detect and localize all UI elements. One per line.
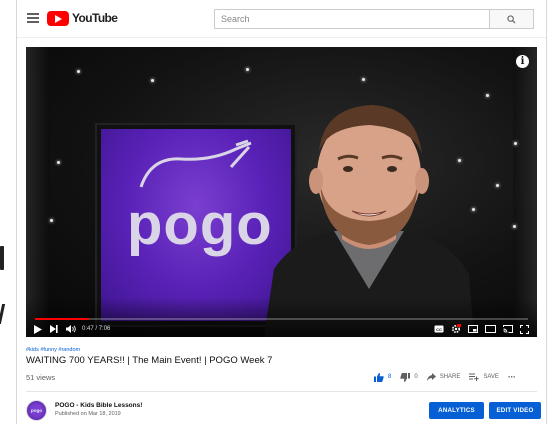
volume-icon (66, 325, 76, 333)
thumbs-down-icon (400, 372, 411, 382)
search-icon (507, 14, 516, 24)
save-button[interactable]: SAVE (469, 373, 499, 381)
youtube-page: YouTube Search pogo i 0:47 / 7:06 CC #ki… (16, 0, 547, 424)
cast-icon (503, 325, 513, 333)
video-actions: 8 0 SHARE SAVE ··· (374, 372, 516, 382)
light-dot (57, 161, 60, 164)
curtain-left (26, 47, 50, 337)
youtube-logo[interactable]: YouTube (47, 10, 118, 26)
info-icon[interactable]: i (516, 55, 529, 68)
time-current: 0:47 (82, 326, 94, 332)
light-dot (246, 68, 249, 71)
share-label: SHARE (439, 374, 461, 380)
play-icon (34, 324, 42, 334)
share-button[interactable]: SHARE (426, 373, 461, 381)
miniplayer-button[interactable] (468, 325, 478, 333)
published-date: Published on Mar 18, 2019 (55, 411, 121, 417)
video-player[interactable]: pogo i 0:47 / 7:06 CC (26, 47, 537, 337)
video-title: WAITING 700 YEARS!! | The Main Event! | … (26, 355, 273, 366)
time-total: 7:06 (98, 326, 111, 332)
logo-text: YouTube (72, 11, 118, 25)
share-icon (426, 373, 436, 381)
light-dot (77, 70, 80, 73)
play-button[interactable] (34, 324, 42, 334)
light-dot (151, 79, 154, 82)
subtitles-button[interactable]: CC (434, 325, 444, 333)
dislike-count: 0 (414, 374, 418, 380)
curtain-right (513, 47, 537, 337)
outside-edge-mark (0, 304, 6, 324)
progress-bar-fill (35, 318, 90, 320)
youtube-play-logo-icon (47, 10, 69, 26)
tv-display: pogo (101, 129, 291, 321)
search-input[interactable] (214, 9, 489, 29)
view-count: 51 views (26, 373, 56, 382)
edit-video-button[interactable]: EDIT VIDEO (489, 402, 541, 419)
settings-icon (451, 324, 461, 334)
more-actions-icon: ··· (507, 372, 516, 382)
subtitles-icon: CC (434, 325, 444, 333)
light-dot (513, 225, 516, 228)
hashtags-link[interactable]: #kids #funny #random (26, 347, 80, 353)
light-dot (496, 184, 499, 187)
divider (26, 391, 537, 392)
settings-button[interactable] (451, 324, 461, 334)
next-icon (50, 325, 58, 333)
fullscreen-button[interactable] (520, 324, 529, 334)
cast-button[interactable] (503, 325, 513, 333)
analytics-button[interactable]: ANALYTICS (429, 402, 484, 419)
outside-edge-mark (0, 246, 4, 270)
miniplayer-icon (468, 325, 478, 333)
more-actions-button[interactable]: ··· (508, 372, 516, 382)
next-button[interactable] (50, 325, 58, 333)
time-display: 0:47 / 7:06 (82, 326, 110, 332)
channel-name[interactable]: POGO - Kids Bible Lessons! (55, 402, 142, 409)
light-dot (50, 219, 53, 222)
top-bar: YouTube (17, 0, 546, 38)
search-button[interactable] (489, 9, 534, 29)
light-dot (486, 94, 489, 97)
theater-icon (485, 325, 496, 333)
light-dot (514, 142, 517, 145)
dislike-button[interactable]: 0 (400, 372, 418, 382)
playlist-add-icon (469, 373, 480, 381)
channel-avatar[interactable]: pogo (26, 400, 47, 421)
svg-text:CC: CC (436, 327, 442, 332)
hamburger-menu-icon[interactable] (27, 13, 39, 23)
fullscreen-icon (520, 324, 529, 334)
save-label: SAVE (483, 374, 499, 380)
player-controls: 0:47 / 7:06 CC (26, 321, 537, 337)
pogo-logo-text: pogo (127, 192, 273, 257)
player-right-controls: CC (434, 324, 529, 334)
progress-bar[interactable] (35, 318, 528, 320)
channel-avatar-text: pogo (31, 408, 42, 413)
like-count: 8 (388, 374, 392, 380)
thumbs-up-icon (374, 372, 384, 382)
theater-button[interactable] (485, 325, 496, 333)
search-bar (214, 9, 534, 29)
like-button[interactable]: 8 (374, 372, 392, 382)
light-dot (362, 78, 365, 81)
volume-button[interactable] (66, 325, 76, 333)
